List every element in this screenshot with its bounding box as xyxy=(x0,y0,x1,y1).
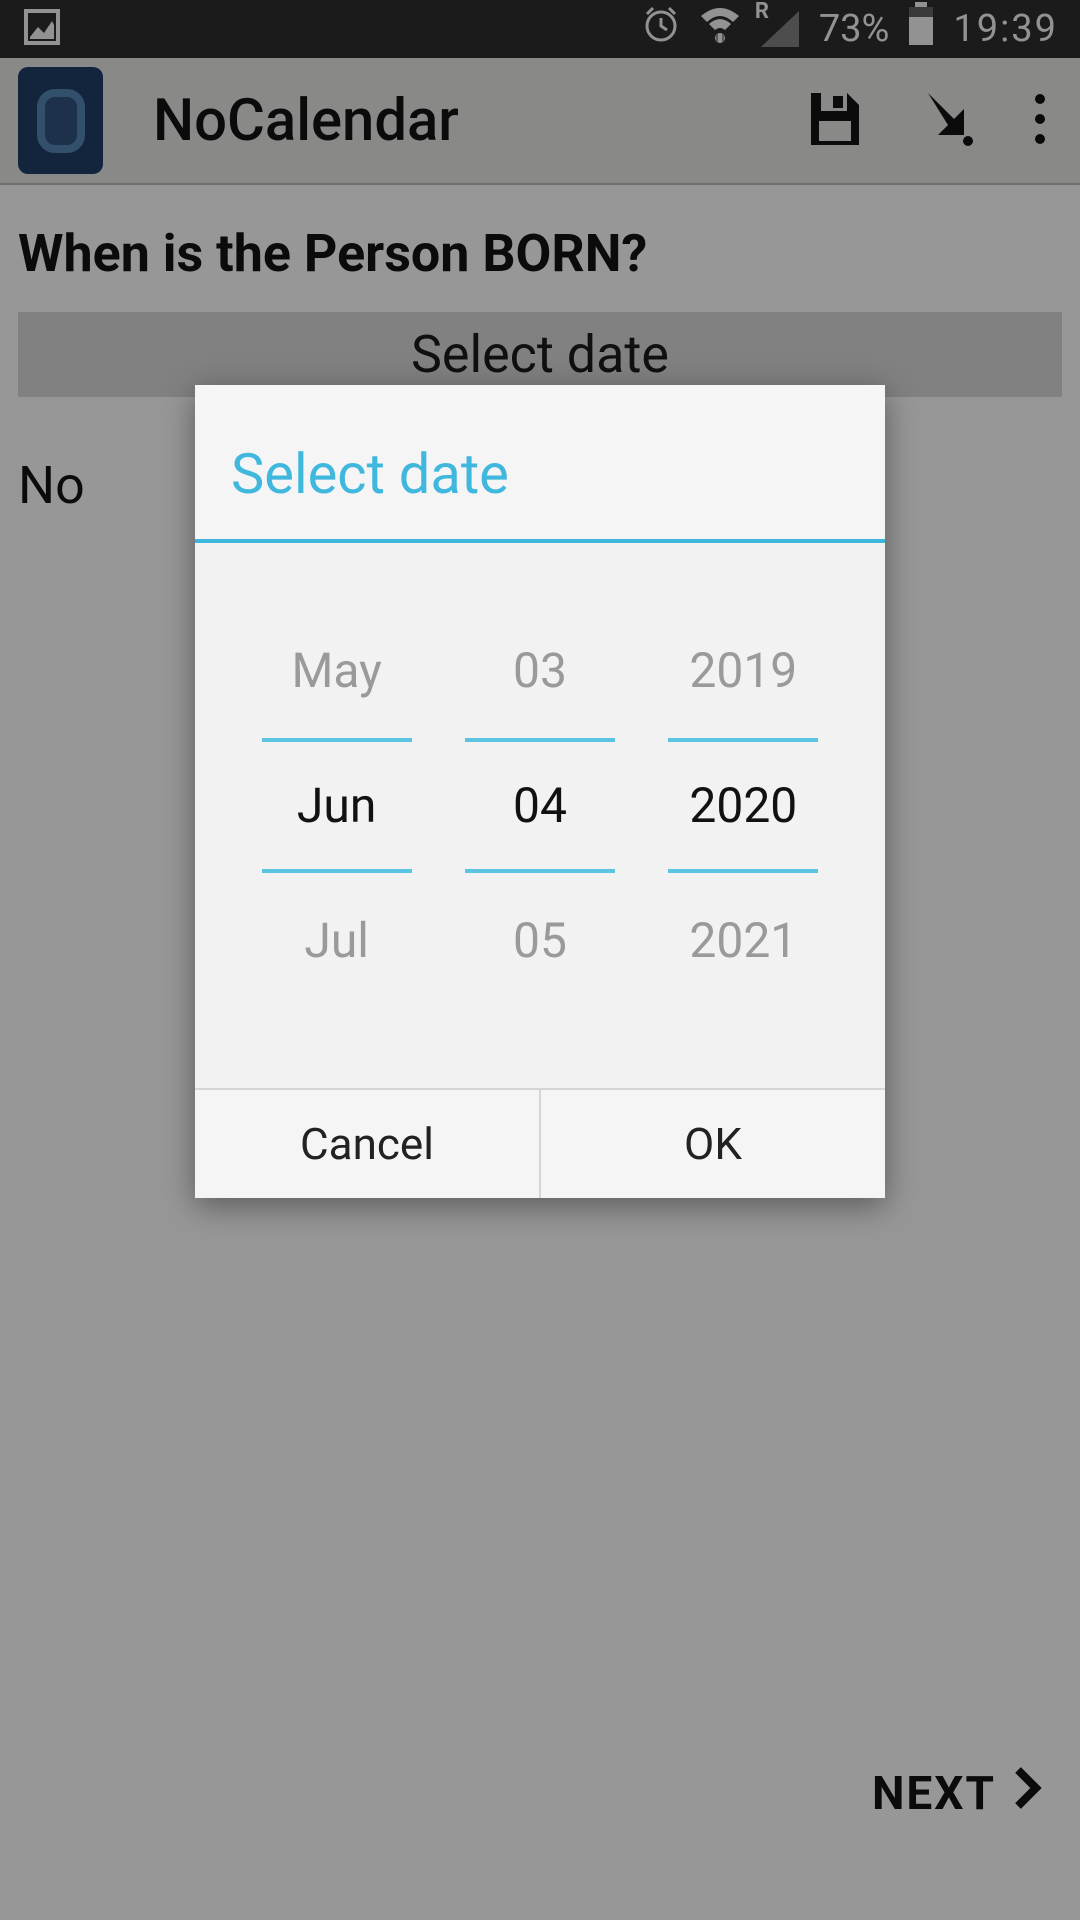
picker-area: May Jun Jul 03 04 05 2019 2020 2021 xyxy=(195,543,885,1088)
year-prev[interactable]: 2019 xyxy=(668,603,818,738)
day-prev[interactable]: 03 xyxy=(465,603,615,738)
year-current[interactable]: 2020 xyxy=(668,738,818,873)
month-prev[interactable]: May xyxy=(262,603,412,738)
day-next[interactable]: 05 xyxy=(465,873,615,1008)
modal-overlay[interactable]: Select date May Jun Jul 03 04 05 2019 20… xyxy=(0,0,1080,1920)
date-picker-dialog: Select date May Jun Jul 03 04 05 2019 20… xyxy=(195,385,885,1198)
year-picker[interactable]: 2019 2020 2021 xyxy=(668,603,818,1008)
month-current[interactable]: Jun xyxy=(262,738,412,873)
day-picker[interactable]: 03 04 05 xyxy=(465,603,615,1008)
day-current[interactable]: 04 xyxy=(465,738,615,873)
dialog-title: Select date xyxy=(195,385,885,539)
cancel-button[interactable]: Cancel xyxy=(195,1090,541,1198)
ok-button[interactable]: OK xyxy=(541,1090,885,1198)
year-next[interactable]: 2021 xyxy=(668,873,818,1008)
month-picker[interactable]: May Jun Jul xyxy=(262,603,412,1008)
month-next[interactable]: Jul xyxy=(262,873,412,1008)
dialog-buttons: Cancel OK xyxy=(195,1088,885,1198)
